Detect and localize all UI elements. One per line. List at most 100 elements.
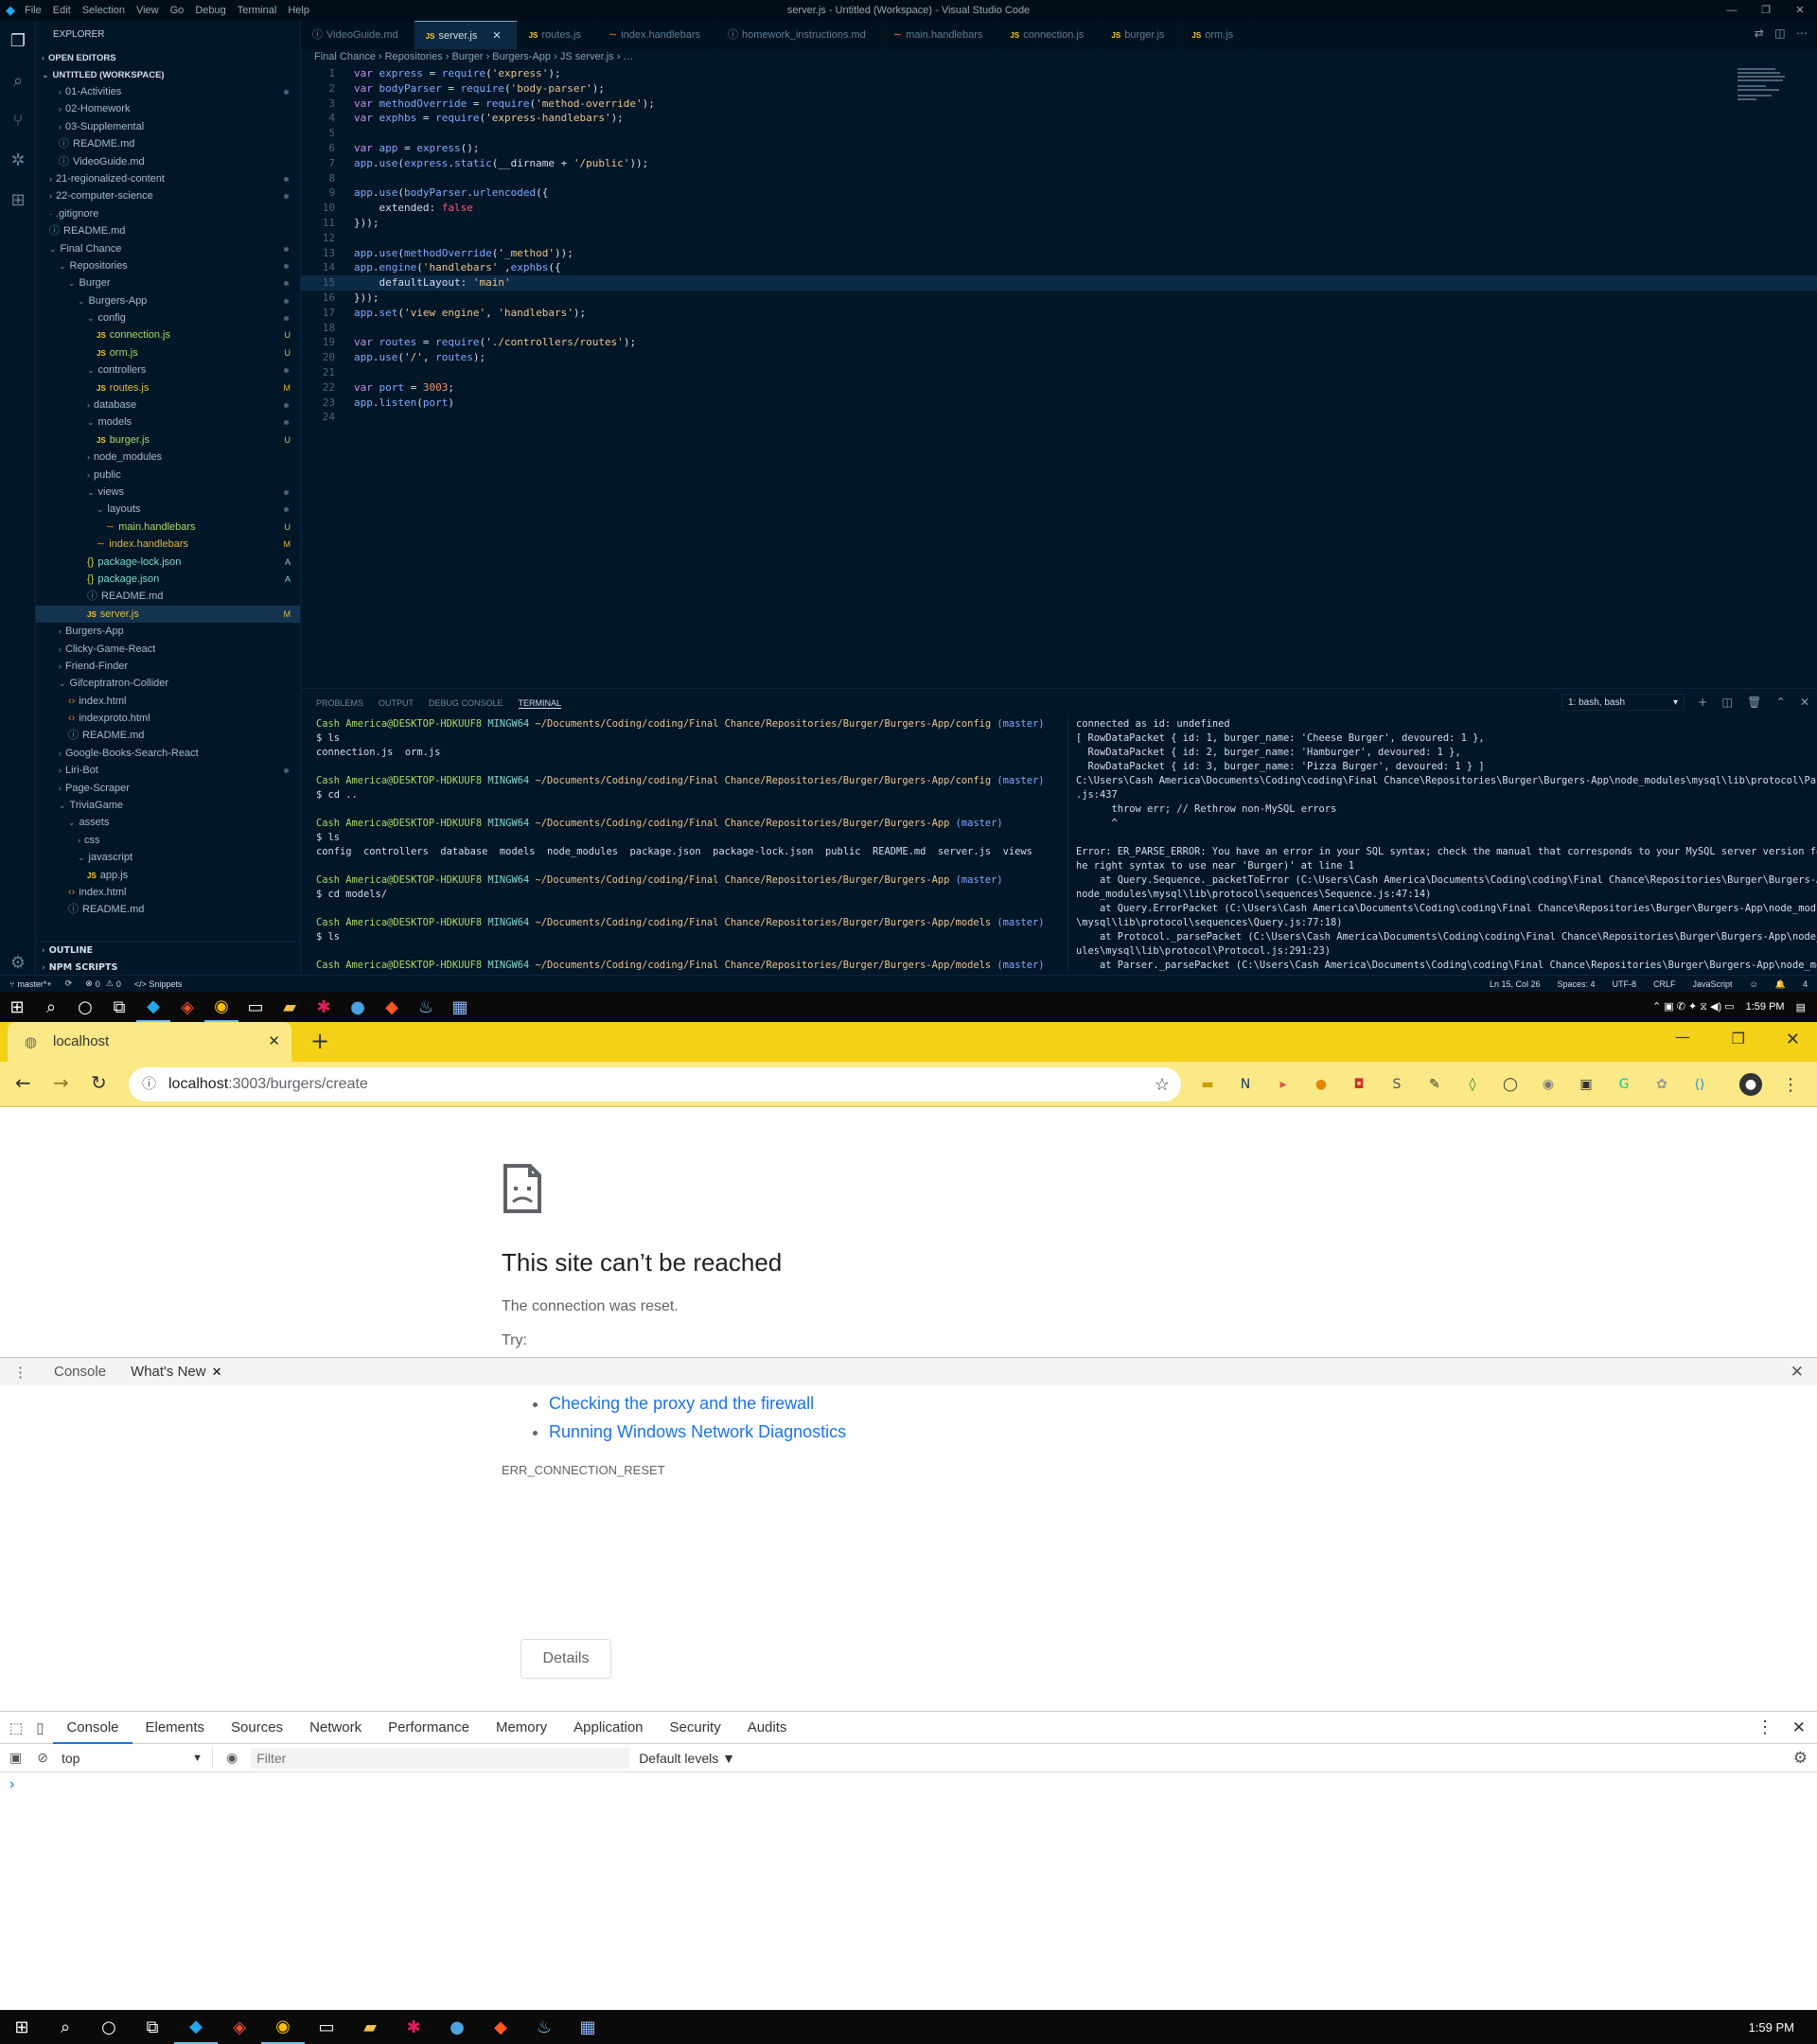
slack-icon[interactable]: ✱ bbox=[392, 2010, 435, 2044]
close-drawer-icon[interactable]: ✕ bbox=[1791, 1363, 1804, 1382]
encoding[interactable]: UTF-8 bbox=[1613, 979, 1637, 989]
tree-item[interactable]: › 22-computer-science bbox=[36, 187, 300, 204]
open-editors-section[interactable]: › OPEN EDITORS bbox=[36, 49, 300, 66]
chrome-taskbar-icon[interactable]: ◉ bbox=[204, 992, 238, 1022]
devtools-menu-icon[interactable]: ⋮ bbox=[1756, 1718, 1773, 1737]
search-icon[interactable]: ⌕ bbox=[34, 992, 68, 1022]
tree-item[interactable]: JS connection.js U bbox=[36, 326, 300, 344]
menu-item-file[interactable]: File bbox=[25, 5, 42, 16]
windows-start-icon[interactable]: ⊞ bbox=[0, 992, 34, 1022]
bell-icon[interactable]: 🔔 4 bbox=[1775, 979, 1808, 990]
extension-12-icon[interactable]: ✿ bbox=[1650, 1073, 1673, 1096]
eye-icon[interactable]: ◉ bbox=[226, 1750, 238, 1766]
context-select[interactable]: top ▼ bbox=[62, 1747, 213, 1769]
outline-section[interactable]: › OUTLINE bbox=[36, 943, 301, 960]
search-icon[interactable]: ⌕ bbox=[0, 61, 36, 100]
tree-item[interactable]: ⌄ layouts bbox=[36, 501, 300, 518]
extension-8-icon[interactable]: ◊ bbox=[1461, 1073, 1484, 1096]
menu-item-terminal[interactable]: Terminal bbox=[238, 5, 277, 16]
git-icon[interactable]: ◈ bbox=[170, 992, 204, 1022]
cortana-icon[interactable]: ○ bbox=[68, 992, 102, 1022]
clear-console-icon[interactable]: ⊘ bbox=[37, 1750, 48, 1766]
extension-5-icon[interactable]: ◘ bbox=[1348, 1073, 1370, 1096]
close-tab-icon[interactable]: ✕ bbox=[492, 30, 501, 42]
suggestion-link[interactable]: Running Windows Network Diagnostics bbox=[549, 1422, 846, 1441]
panel-tab-output[interactable]: OUTPUT bbox=[379, 698, 414, 708]
close-window-icon[interactable]: ✕ bbox=[1786, 1030, 1800, 1049]
close-tab-icon[interactable]: ✕ bbox=[268, 1032, 280, 1049]
tree-item[interactable]: › 21-regionalized-content bbox=[36, 170, 300, 187]
tree-item[interactable]: {} package.json A bbox=[36, 571, 300, 588]
sidebar-toggle-icon[interactable]: ▣ bbox=[9, 1750, 22, 1766]
panel-tab-terminal[interactable]: TERMINAL bbox=[518, 698, 562, 709]
notification-icon[interactable]: ▤ bbox=[1796, 1001, 1806, 1013]
tree-item[interactable]: ⓘ README.md bbox=[36, 588, 300, 605]
extension-3-icon[interactable]: ▸ bbox=[1272, 1073, 1295, 1096]
extension-6-icon[interactable]: S bbox=[1385, 1073, 1408, 1096]
tree-item[interactable]: ‹› indexproto.html bbox=[36, 710, 300, 727]
tree-item[interactable]: ⓘ README.md bbox=[36, 222, 300, 239]
minimize-icon[interactable]: — bbox=[1675, 1028, 1690, 1046]
console-prompt[interactable]: › bbox=[0, 1772, 1817, 1793]
menu-item-view[interactable]: View bbox=[136, 5, 159, 16]
tree-item[interactable]: ⌄ Final Chance bbox=[36, 240, 300, 257]
tree-item[interactable]: › 02-Homework bbox=[36, 100, 300, 117]
drawer-tab-whats-new[interactable]: What's New bbox=[131, 1364, 206, 1380]
panel-tab-problems[interactable]: PROBLEMS bbox=[316, 698, 363, 708]
tree-item[interactable]: › 01-Activities bbox=[36, 83, 300, 100]
filter-input[interactable] bbox=[251, 1747, 630, 1769]
editor-tab[interactable]: ∼ main.handlebars bbox=[882, 21, 999, 49]
extensions-icon[interactable]: ⊞ bbox=[0, 180, 36, 220]
compare-icon[interactable]: ⇄ bbox=[1755, 26, 1764, 40]
smiley-icon[interactable]: ☺ bbox=[1750, 979, 1758, 989]
tree-item[interactable]: ⓘ README.md bbox=[36, 135, 300, 152]
tree-item[interactable]: ⌄ config bbox=[36, 309, 300, 326]
tree-item[interactable]: ⌄ models bbox=[36, 414, 300, 431]
split-editor-icon[interactable]: ◫ bbox=[1774, 26, 1785, 40]
close-icon[interactable]: ✕ bbox=[1783, 0, 1817, 21]
code-editor[interactable]: 1 var express = require('express'); 2 var b… bbox=[301, 66, 1817, 688]
sync-icon[interactable]: ⟳ bbox=[65, 978, 73, 989]
tree-item[interactable]: ⌄ controllers bbox=[36, 361, 300, 379]
avatar[interactable]: ● bbox=[1739, 1073, 1762, 1096]
menu-item-debug[interactable]: Debug bbox=[195, 5, 225, 16]
tree-item[interactable]: › Clicky-Game-React bbox=[36, 641, 300, 658]
menu-item-go[interactable]: Go bbox=[170, 5, 185, 16]
address-bar[interactable]: ⓘ localhost:3003/burgers/create ☆ bbox=[129, 1067, 1181, 1101]
extension-2-icon[interactable]: N bbox=[1234, 1073, 1257, 1096]
tree-item[interactable]: ⌄ Burger bbox=[36, 274, 300, 291]
drawer-tab-console[interactable]: Console bbox=[54, 1364, 106, 1380]
tree-item[interactable]: › Google-Books-Search-React bbox=[36, 745, 300, 762]
slack-icon[interactable]: ✱ bbox=[307, 992, 341, 1022]
extension-11-icon[interactable]: ▣ bbox=[1575, 1073, 1597, 1096]
terminal-select[interactable]: 1: bash, bash ▾ bbox=[1561, 694, 1685, 711]
browser-tab[interactable]: ◍ localhost ✕ bbox=[8, 1022, 291, 1062]
split-terminal-icon[interactable]: ◫ bbox=[1722, 696, 1733, 709]
info-icon[interactable]: ⓘ bbox=[142, 1067, 156, 1101]
indentation[interactable]: Spaces: 4 bbox=[1557, 979, 1595, 989]
tree-item[interactable]: JS server.js M bbox=[36, 605, 300, 624]
windows-start-icon[interactable]: ⊞ bbox=[0, 2010, 44, 2044]
suggestion-link[interactable]: Checking the proxy and the firewall bbox=[549, 1394, 814, 1413]
snippets-button[interactable]: </> Snippets bbox=[134, 979, 183, 989]
extension-9-icon[interactable]: ◯ bbox=[1499, 1073, 1522, 1096]
folder-icon[interactable]: ▰ bbox=[273, 992, 307, 1022]
task-view-icon[interactable]: ⧉ bbox=[131, 2010, 174, 2044]
devtools-tab-performance[interactable]: Performance bbox=[375, 1712, 483, 1744]
bookmark-star-icon[interactable]: ☆ bbox=[1155, 1067, 1170, 1101]
devtools-tab-application[interactable]: Application bbox=[560, 1712, 656, 1744]
devtools-tab-sources[interactable]: Sources bbox=[218, 1712, 296, 1744]
tree-item[interactable]: ‹› index.html bbox=[36, 693, 300, 710]
tree-item[interactable]: {} package-lock.json A bbox=[36, 554, 300, 571]
panel-tab-debug-console[interactable]: DEBUG CONSOLE bbox=[429, 698, 503, 708]
app2-icon[interactable]: ▦ bbox=[566, 2010, 609, 2044]
task-view-icon[interactable]: ⧉ bbox=[102, 992, 136, 1022]
git-icon[interactable]: ◈ bbox=[218, 2010, 261, 2044]
warning-count[interactable]: 0 bbox=[116, 979, 121, 989]
editor-tab[interactable]: JS burger.js bbox=[1100, 21, 1181, 49]
editor-tab[interactable]: JS routes.js bbox=[518, 21, 597, 49]
tree-item[interactable]: › Page-Scraper bbox=[36, 780, 300, 797]
tree-item[interactable]: ‹› index.html bbox=[36, 884, 300, 901]
tree-item[interactable]: ⓘ VideoGuide.md bbox=[36, 153, 300, 170]
files-icon[interactable]: ❐ bbox=[0, 21, 36, 61]
